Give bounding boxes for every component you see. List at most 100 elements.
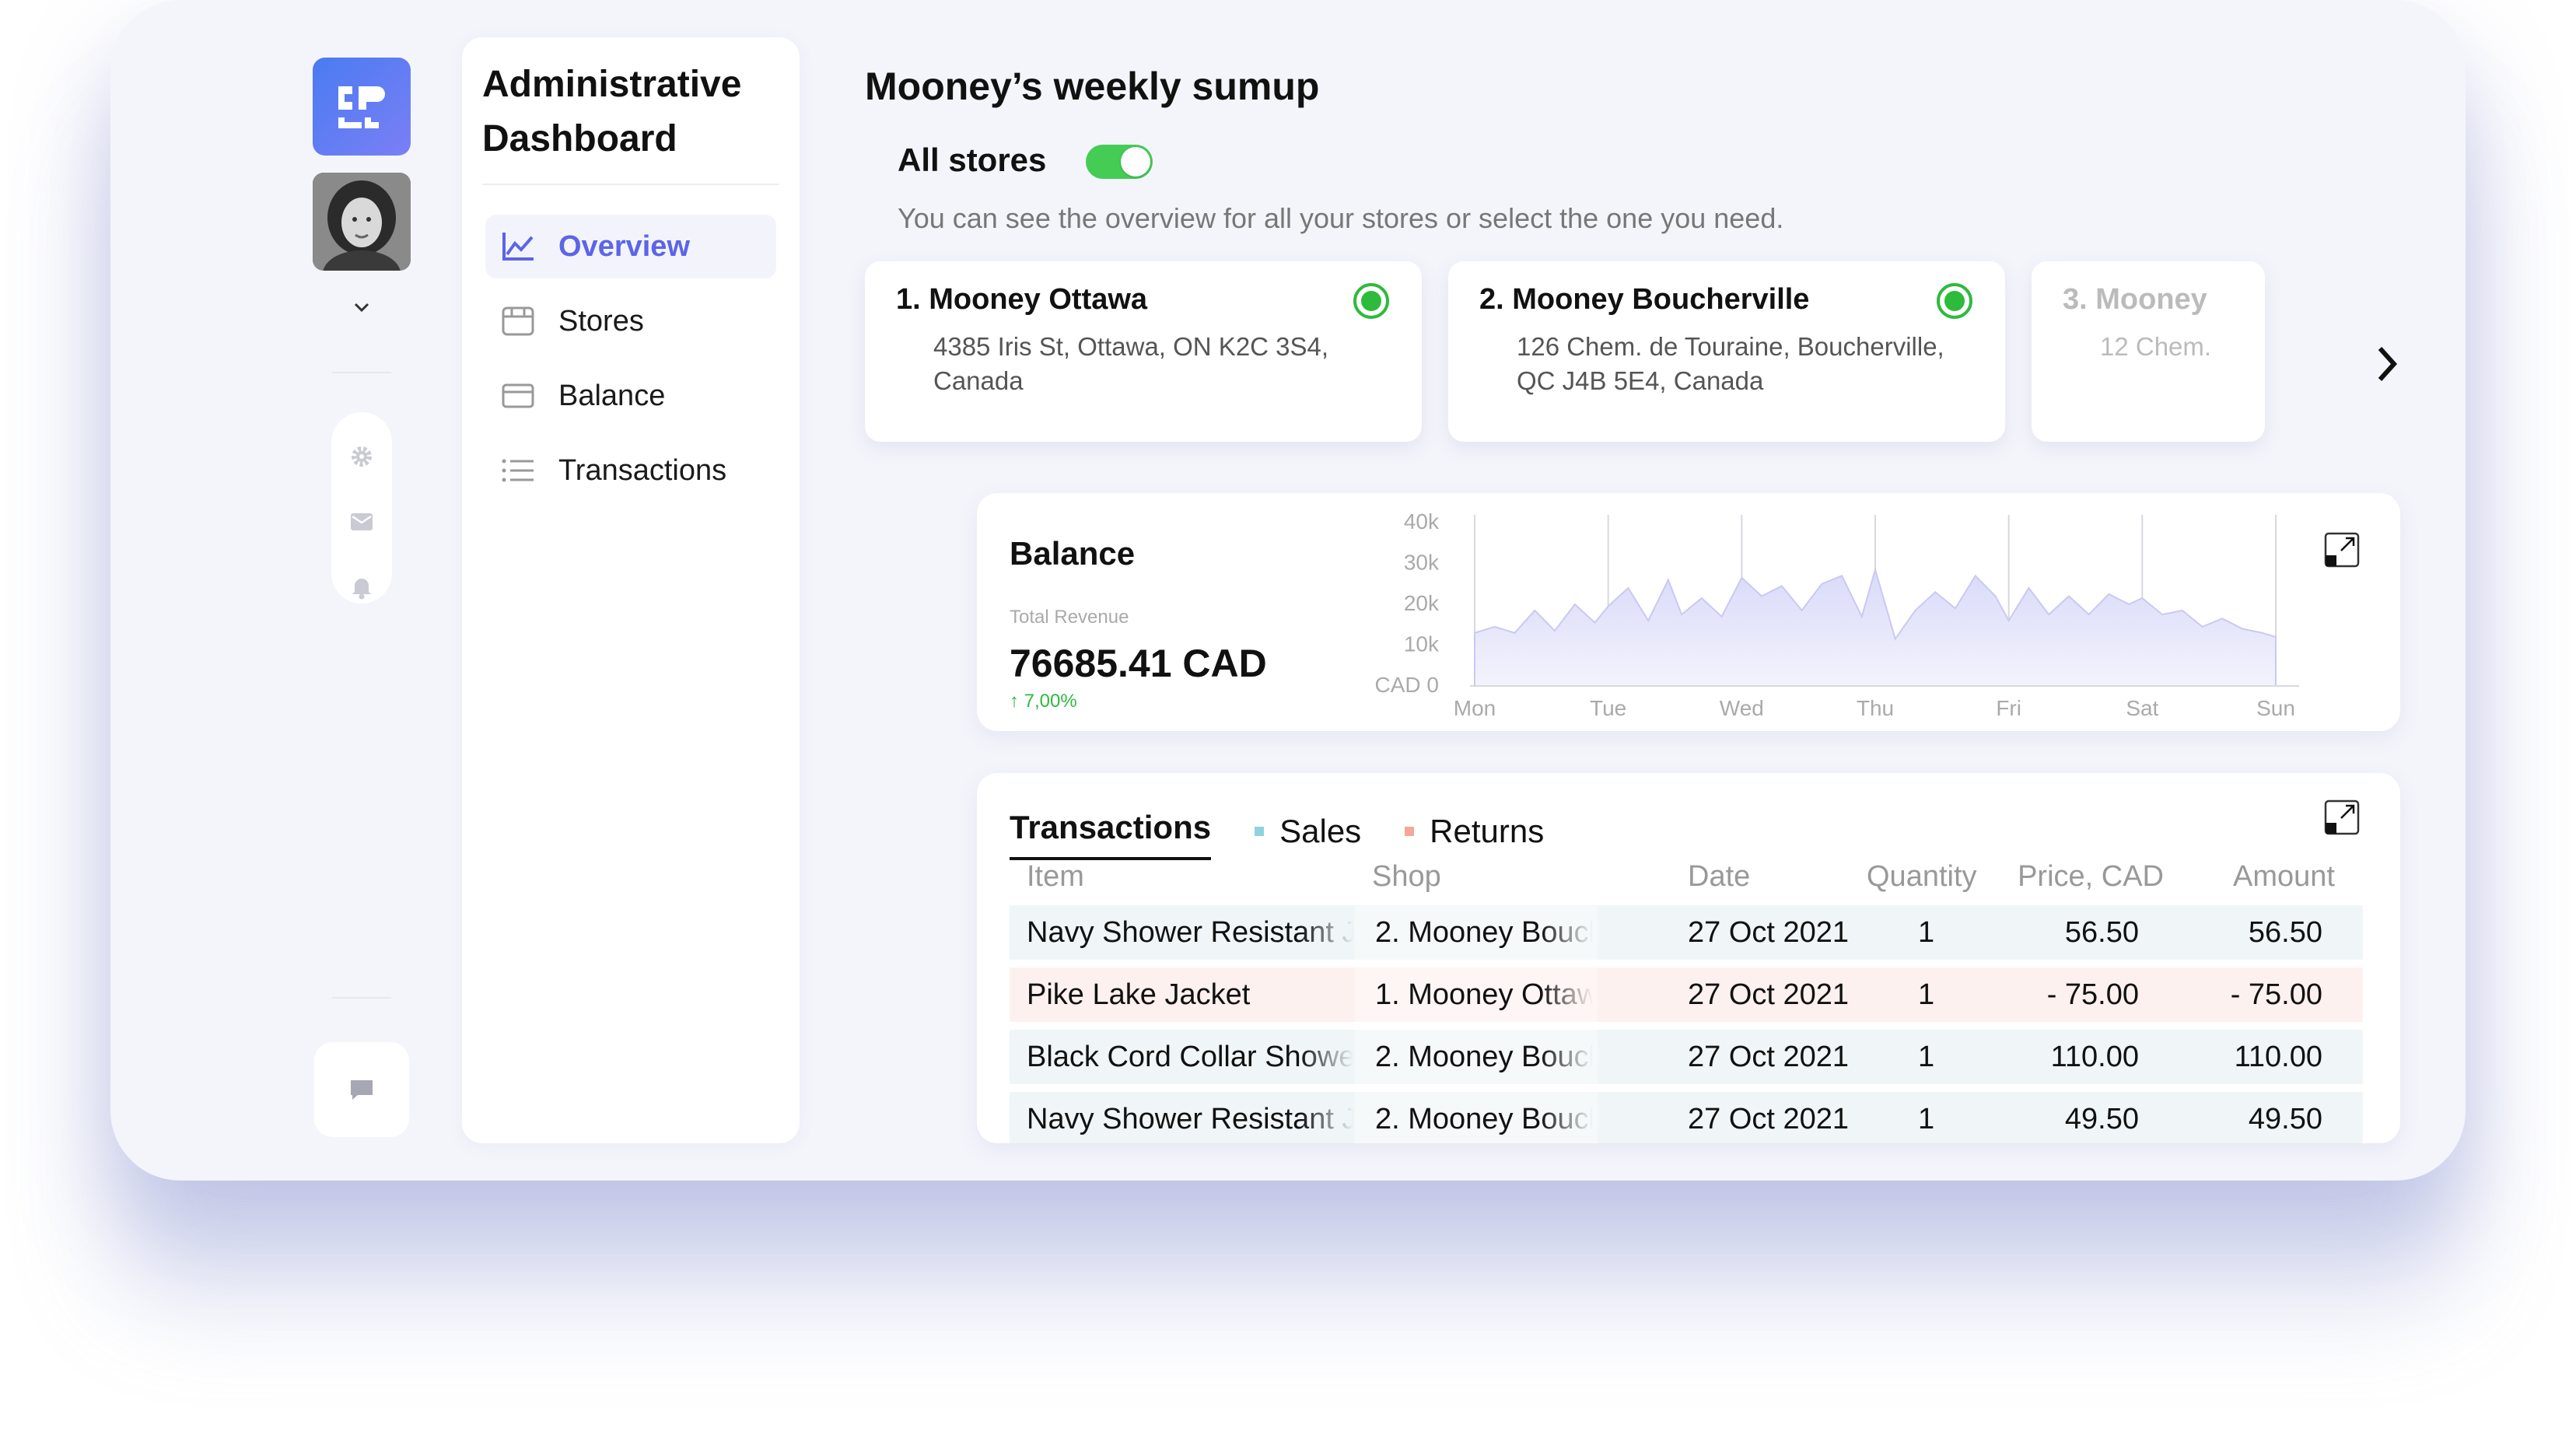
cell-price: - 75.00: [2046, 978, 2139, 1011]
store-address: 126 Chem. de Touraine, Boucherville, QC …: [1517, 332, 1944, 395]
cell-quantity: 1: [1918, 978, 1935, 1011]
card-icon: [501, 379, 535, 413]
cell-price: 56.50: [2064, 916, 2139, 949]
toggle-knob: [1121, 147, 1150, 177]
subtitle: You can see the overview for all your st…: [898, 202, 1784, 234]
x-tick-label: Wed: [1720, 696, 1764, 720]
tabs: Transactions Sales Returns: [1010, 803, 1587, 860]
revenue-change: ↑ 7,00%: [1010, 691, 1077, 712]
cell-price: 49.50: [2064, 1103, 2139, 1135]
col-shop[interactable]: Shop: [1372, 860, 1590, 894]
cell-date: 27 Oct 2021: [1688, 978, 1850, 1011]
selected-radio-icon[interactable]: [1353, 283, 1389, 319]
bell-icon[interactable]: [345, 571, 378, 604]
all-stores-label: All stores: [898, 142, 1047, 178]
nav-item-label: Balance: [558, 379, 666, 412]
divider: [482, 184, 779, 185]
nav-item-stores[interactable]: Stores: [485, 289, 776, 353]
list-icon: [501, 453, 535, 488]
col-date[interactable]: Date: [1688, 860, 1750, 894]
cell-quantity: 1: [1918, 1041, 1935, 1073]
rail-tools: [331, 412, 392, 604]
user-avatar[interactable]: [313, 173, 411, 271]
tab-transactions[interactable]: Transactions: [1010, 803, 1212, 860]
y-tick-label: 30k: [1404, 551, 1440, 575]
page-title: Administrative Dashboard: [482, 64, 742, 159]
tab-returns[interactable]: Returns: [1405, 808, 1544, 855]
store-card[interactable]: 1. Mooney Ottawa 4385 Iris St, Ottawa, O…: [865, 261, 1422, 442]
balance-chart: 40k 30k 20k 10k CAD 0 Mon Tue Wed Thu Fri Sat Sun: [1375, 509, 2299, 720]
balance-title: Balance: [1010, 535, 1136, 572]
y-tick-label: 10k: [1404, 632, 1440, 656]
cell-quantity: 1: [1918, 1103, 1935, 1135]
col-quantity[interactable]: Quantity: [1867, 860, 1977, 894]
store-name: 3. Mooney: [2063, 283, 2207, 316]
x-tick-label: Thu: [1857, 696, 1894, 720]
transactions-card: Transactions Sales Returns Item Shop Dat…: [977, 773, 2400, 1143]
table-header: Item Shop Date Quantity Price, CAD Amoun…: [1010, 860, 2363, 899]
mail-icon[interactable]: [345, 506, 378, 538]
tab-sales[interactable]: Sales: [1255, 808, 1361, 855]
legend-square: [1255, 827, 1265, 836]
cell-amount: 56.50: [2248, 916, 2322, 949]
carousel-fade: [2304, 257, 2428, 451]
app-window: Administrative Dashboard Overview Stores…: [110, 0, 2466, 1181]
x-tick-label: Mon: [1454, 696, 1496, 720]
revenue-label: Total Revenue: [1010, 607, 1129, 628]
col-item[interactable]: Item: [1027, 860, 1353, 894]
legend-square: [1405, 827, 1415, 836]
x-tick-label: Fri: [1996, 696, 2021, 720]
col-price[interactable]: Price, CAD: [2018, 860, 2164, 894]
store-address: 4385 Iris St, Ottawa, ON K2C 3S4, Canada: [933, 332, 1329, 395]
nav-item-label: Stores: [558, 304, 644, 338]
y-tick-label: 20k: [1404, 591, 1440, 615]
cell-shop: 1. Mooney Ottawa: [1375, 978, 1593, 1011]
cell-price: 110.00: [2050, 1041, 2139, 1073]
table-row[interactable]: Pike Lake Jacket 1. Mooney Ottawa 27 Oct…: [1010, 967, 2363, 1022]
cell-shop: 2. Mooney Boucherville: [1375, 1041, 1593, 1073]
balance-card: Balance Total Revenue 76685.41 CAD ↑ 7,0…: [977, 493, 2400, 731]
revenue-value: 76685.41 CAD: [1010, 642, 1267, 685]
x-tick-label: Tue: [1590, 696, 1626, 720]
cell-date: 27 Oct 2021: [1688, 1041, 1850, 1073]
cell-item: Navy Shower Resistant Jacket: [1027, 1103, 1353, 1135]
store-card[interactable]: 2. Mooney Boucherville 126 Chem. de Tour…: [1448, 261, 2005, 442]
series-area: [1474, 566, 2277, 687]
x-tick-label: Sat: [2126, 696, 2158, 720]
chat-icon[interactable]: [314, 1042, 409, 1137]
cell-amount: 49.50: [2248, 1103, 2322, 1135]
cell-date: 27 Oct 2021: [1688, 1103, 1850, 1135]
chevron-down-icon[interactable]: [350, 296, 373, 319]
gear-icon[interactable]: [345, 440, 378, 473]
brand-logo-icon[interactable]: [313, 58, 411, 156]
nav-item-balance[interactable]: Balance: [485, 364, 776, 428]
cell-shop: 2. Mooney Boucherville: [1375, 1103, 1593, 1135]
cell-amount: 110.00: [2234, 1041, 2322, 1073]
store-card[interactable]: 3. Mooney 12 Chem.: [2032, 261, 2265, 442]
chevron-right-icon[interactable]: [2368, 341, 2406, 387]
store-icon: [501, 304, 535, 338]
selected-radio-icon[interactable]: [1937, 283, 1972, 319]
cell-date: 27 Oct 2021: [1688, 916, 1850, 949]
nav-panel: Administrative Dashboard Overview Stores…: [462, 37, 800, 1143]
cell-item: Pike Lake Jacket: [1027, 978, 1251, 1011]
nav-item-label: Transactions: [558, 453, 727, 487]
nav-item-label: Overview: [558, 229, 690, 263]
store-name: 2. Mooney Boucherville: [1479, 283, 1810, 316]
y-tick-label: 40k: [1404, 509, 1440, 534]
table-row[interactable]: Navy Shower Resistant Jacket 2. Mooney B…: [1010, 905, 2363, 960]
col-amount[interactable]: Amount: [2233, 860, 2335, 894]
nav-item-overview[interactable]: Overview: [485, 215, 776, 278]
all-stores-toggle[interactable]: [1086, 145, 1153, 179]
expand-icon[interactable]: [2324, 532, 2360, 568]
section-title: Mooney’s weekly sumup: [865, 65, 1320, 108]
expand-icon[interactable]: [2324, 799, 2360, 835]
cell-item: Navy Shower Resistant Jacket: [1027, 916, 1353, 949]
cell-quantity: 1: [1918, 916, 1935, 949]
store-address: 12 Chem.: [2100, 332, 2212, 361]
cell-shop: 2. Mooney Boucherville: [1375, 916, 1593, 949]
table-row[interactable]: Navy Shower Resistant Jacket 2. Mooney B…: [1010, 1092, 2363, 1143]
table-row[interactable]: Black Cord Collar Shower Jacket 2. Moone…: [1010, 1030, 2363, 1084]
nav-item-transactions[interactable]: Transactions: [485, 439, 776, 502]
rail-divider: [332, 372, 391, 373]
